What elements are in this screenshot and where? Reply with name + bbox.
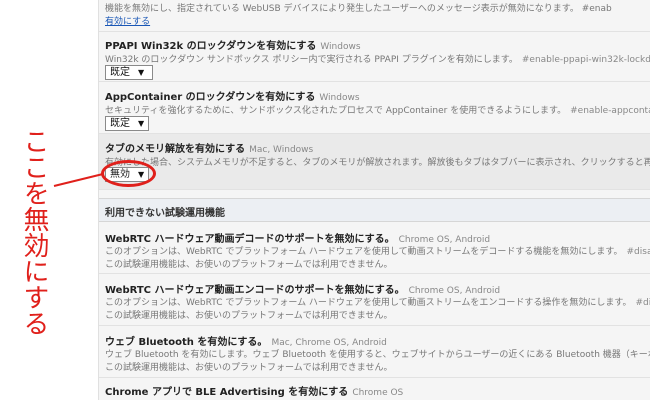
dropdown-arrow-icon: ▼	[138, 68, 145, 77]
flag-title: PPAPI Win32k のロックダウンを有効にする Windows	[105, 41, 361, 52]
section-header-unavailable: 利用できない試験運用機能	[99, 198, 650, 222]
flag-description: このオプションは、WebRTC でプラットフォーム ハードウェアを使用して動画ス…	[105, 295, 650, 308]
annotation-highlight-ring	[101, 160, 156, 187]
section-title: 利用できない試験運用機能	[105, 208, 225, 219]
enable-link[interactable]: 有効にする	[105, 14, 150, 27]
flag-row-web-bluetooth: ウェブ Bluetooth を有効にする。 Mac, Chrome OS, And…	[99, 326, 650, 378]
flag-platform: Windows	[319, 93, 360, 103]
flag-row-ble-advertising: Chrome アプリで BLE Advertising を有効にする Chrome…	[99, 378, 650, 400]
flag-platform: Chrome OS	[352, 388, 404, 398]
flag-title: AppContainer のロックダウンを有効にする Windows	[105, 92, 360, 103]
flag-description: 有効にした場合、システムメモリが不足すると、タブのメモリが解放されます。解放後も…	[105, 158, 650, 168]
flag-title: ウェブ Bluetooth を有効にする。 Mac, Chrome OS, And…	[105, 337, 387, 348]
flag-platform: Mac, Windows	[249, 145, 314, 155]
flag-title: Chrome アプリで BLE Advertising を有効にする Chrome…	[105, 387, 404, 398]
flag-platform: Windows	[320, 42, 361, 52]
flag-anchor[interactable]: #disable-webrtc-hw-decoding	[627, 247, 650, 257]
flag-select-appcontainer[interactable]: 既定 ▼	[105, 116, 149, 131]
flag-select-ppapi[interactable]: 既定 ▼	[105, 65, 153, 80]
flag-description: Win32k のロックダウン サンドボックス ポリシー内で実行される PPAPI…	[105, 52, 650, 65]
flag-row-appcontainer: AppContainer のロックダウンを有効にする Windows セキュリティ…	[99, 82, 650, 134]
flag-description: ウェブ Bluetooth を有効にします。ウェブ Bluetooth を使用す…	[105, 350, 650, 360]
flag-unavailable-note: この試験運用機能は、お使いのプラットフォームでは利用できません。	[105, 311, 393, 321]
flag-row-ppapi-win32k: PPAPI Win32k のロックダウンを有効にする Windows Win32k…	[99, 32, 650, 82]
flag-description: このオプションは、WebRTC でプラットフォーム ハードウェアを使用して動画ス…	[105, 244, 650, 257]
flag-unavailable-note: この試験運用機能は、お使いのプラットフォームでは利用できません。	[105, 260, 393, 270]
flags-panel: 機能を無効にし、指定されている WebUSB デバイスにより発生したユーザーへの…	[98, 0, 650, 400]
flag-unavailable-note: この試験運用機能は、お使いのプラットフォームでは利用できません。	[105, 363, 393, 373]
flag-title: WebRTC ハードウェア動画エンコードのサポートを無効にする。 Chrome O…	[105, 285, 501, 296]
flag-title: タブのメモリ解放を有効にする Mac, Windows	[105, 144, 314, 155]
flag-anchor[interactable]: #enable-appcontainer	[570, 106, 650, 116]
flag-anchor[interactable]: #disable-webrtc-hw-encoding	[636, 298, 650, 308]
annotation-text: ここを無効にする	[19, 128, 49, 336]
dropdown-arrow-icon: ▼	[138, 119, 145, 128]
flag-description: セキュリティを強化するために、サンドボックス化されたプロセスで AppConta…	[105, 103, 650, 116]
flag-row-webrtc-hw-decoding: WebRTC ハードウェア動画デコードのサポートを無効にする。 Chrome OS…	[99, 222, 650, 274]
flag-row-webusb: 機能を無効にし、指定されている WebUSB デバイスにより発生したユーザーへの…	[99, 0, 650, 32]
flag-description: 機能を無効にし、指定されている WebUSB デバイスにより発生したユーザーへの…	[105, 4, 612, 14]
flag-title: WebRTC ハードウェア動画デコードのサポートを無効にする。 Chrome OS…	[105, 234, 491, 245]
flag-anchor[interactable]: #enable-ppapi-win32k-lockdown	[522, 55, 650, 65]
flag-row-tab-discarding: タブのメモリ解放を有効にする Mac, Windows 有効にした場合、システムメ…	[99, 134, 650, 190]
flag-row-webrtc-hw-encoding: WebRTC ハードウェア動画エンコードのサポートを無効にする。 Chrome O…	[99, 274, 650, 326]
